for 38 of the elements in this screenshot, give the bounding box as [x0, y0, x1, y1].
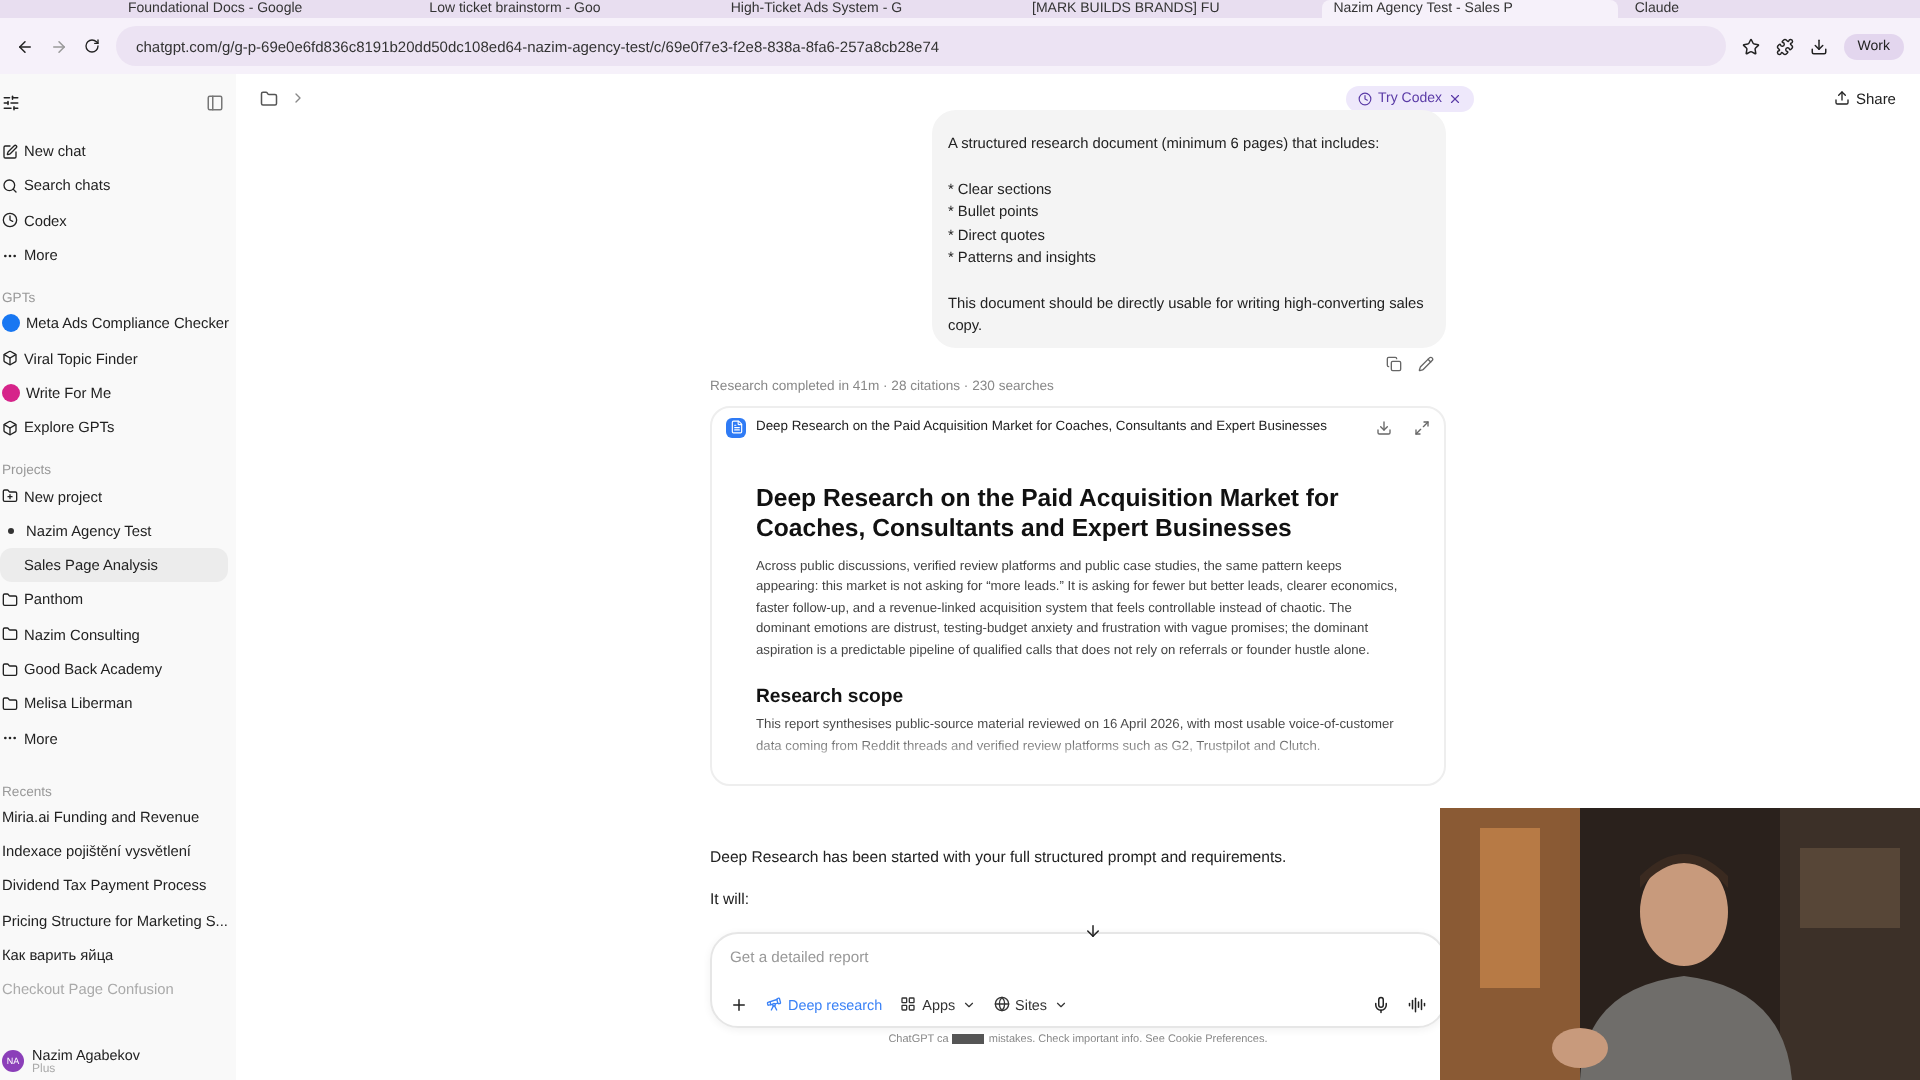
sidebar-toggle-icon[interactable]	[206, 93, 224, 111]
edit-icon[interactable]	[1418, 355, 1434, 371]
cube-icon	[2, 419, 18, 436]
extensions-icon[interactable]	[1775, 37, 1794, 55]
clock-icon	[2, 212, 18, 229]
globe-icon	[993, 996, 1010, 1012]
copy-icon[interactable]	[1386, 355, 1402, 371]
telescope-icon	[766, 996, 782, 1012]
download-icon[interactable]	[1809, 37, 1828, 55]
caret-icon	[1053, 997, 1068, 1011]
search-icon	[2, 177, 18, 194]
cube-icon	[2, 350, 18, 367]
microphone-icon[interactable]	[1372, 995, 1390, 1013]
folder-icon[interactable]	[260, 89, 278, 107]
document-icon	[726, 417, 746, 437]
folder-plus-icon	[2, 488, 18, 505]
scroll-down-icon[interactable]	[1084, 922, 1102, 940]
report-heading: Deep Research on the Paid Acquisition Market for Coaches, Consultants and Expert Businesses	[756, 483, 1341, 545]
grid-icon	[900, 996, 917, 1012]
folder-icon	[2, 695, 18, 712]
close-icon[interactable]	[1448, 91, 1462, 105]
reload-icon[interactable]	[84, 38, 100, 54]
section-heading: Research scope	[756, 686, 906, 709]
bookmark-icon[interactable]	[1741, 37, 1760, 55]
folder-icon	[2, 626, 18, 643]
folder-icon	[2, 661, 18, 677]
caret-icon	[961, 997, 976, 1011]
expand-icon[interactable]	[1414, 419, 1430, 435]
chevron-icon	[290, 89, 306, 105]
plus-icon[interactable]	[730, 995, 748, 1013]
folder-icon	[2, 591, 18, 608]
voice-icon[interactable]	[1408, 995, 1426, 1013]
pencil-icon	[2, 143, 18, 160]
clock-icon	[1357, 91, 1372, 105]
bullet-icon	[8, 527, 14, 534]
share-icon	[1833, 90, 1850, 106]
redaction-mark	[952, 1034, 985, 1044]
back-icon[interactable]	[16, 37, 34, 55]
